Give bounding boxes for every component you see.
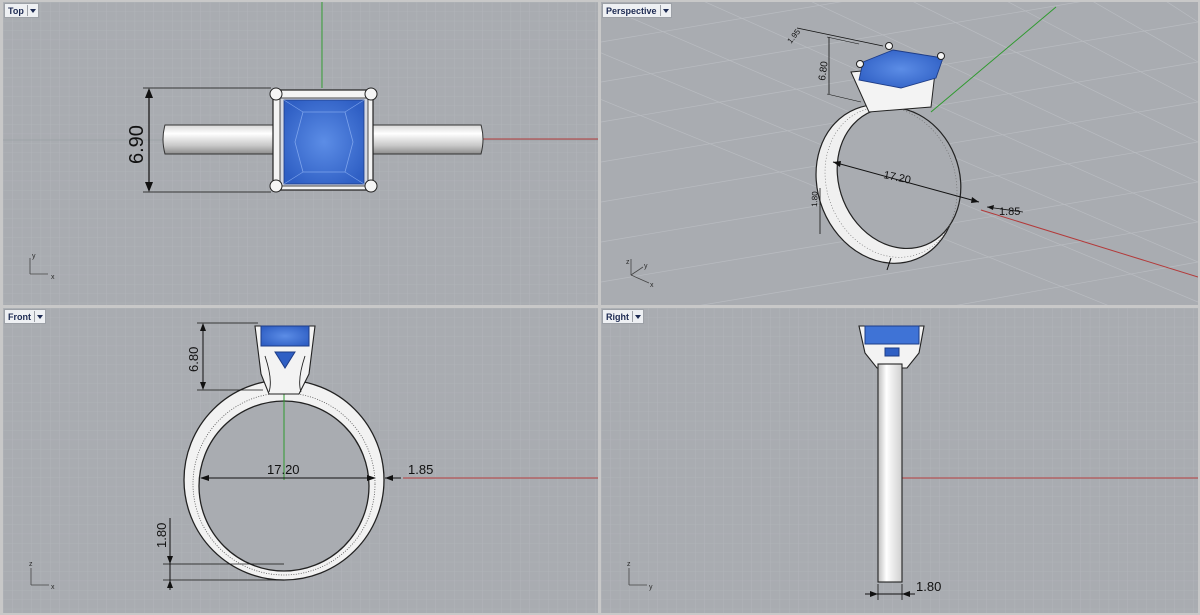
perspective-viewport[interactable]: Perspective 1.95 6.80 17.20 1.80 1.85 z … [601, 2, 1198, 305]
axis-label-y: y [649, 584, 653, 591]
prong [885, 42, 893, 50]
front-viewport[interactable]: Front 6.80 17.20 1.85 1.80 z x [3, 308, 598, 613]
axis-label-y: y [32, 253, 36, 260]
dimension-arrow [971, 197, 979, 203]
axis-label-z: z [627, 561, 631, 568]
dimension-label-height: 6.90 [126, 125, 148, 164]
right-viewport[interactable]: Right 1.80 z y [601, 308, 1198, 613]
gemstone-pavilion [884, 347, 900, 357]
viewport-title: Front [8, 311, 31, 322]
axis-icon-y [630, 266, 644, 276]
viewport-menu-dropdown-icon[interactable] [26, 5, 38, 16]
gemstone [260, 325, 310, 347]
dimension-label-height: 6.80 [186, 347, 201, 372]
viewport-title: Top [8, 5, 24, 16]
prong [364, 87, 378, 101]
right-viewport-tab[interactable]: Right [602, 309, 644, 324]
viewport-menu-dropdown-icon[interactable] [632, 311, 643, 322]
dimension-label-band: 1.80 [916, 579, 941, 594]
prong [269, 179, 283, 193]
perspective-viewport-tab[interactable]: Perspective [602, 3, 672, 18]
top-viewport-canvas[interactable]: 6.90 y x [3, 2, 598, 305]
dimension-label-width: 1.85 [999, 206, 1020, 218]
gemstone [283, 99, 365, 185]
dimension-arrow [987, 205, 994, 210]
dimension-label-diameter: 17.20 [267, 462, 300, 477]
axis-label-x: x [51, 584, 55, 591]
dimension-label-width: 1.85 [408, 462, 433, 477]
prong [269, 87, 283, 101]
axis-label-x: x [650, 282, 654, 289]
prong [937, 52, 945, 60]
viewport-menu-dropdown-icon[interactable] [659, 5, 671, 16]
dimension-extension-line [826, 93, 862, 103]
top-viewport[interactable]: Top 6.90 y x [3, 2, 598, 305]
axis-label-x: x [51, 274, 55, 281]
dimension-label-band: 1.80 [154, 523, 169, 548]
gemstone [864, 325, 920, 345]
axis-label-z: z [626, 259, 630, 266]
viewport-menu-dropdown-icon[interactable] [34, 311, 45, 322]
dimension-label-small: 1.95 [785, 27, 802, 45]
front-viewport-tab[interactable]: Front [4, 309, 46, 324]
axis-label-y: y [644, 263, 648, 270]
right-viewport-canvas[interactable]: 1.80 z y [601, 308, 1198, 613]
dimension-label-band: 1.80 [810, 191, 820, 207]
prong [364, 179, 378, 193]
axis-label-z: z [29, 561, 33, 568]
perspective-viewport-canvas[interactable]: 1.95 6.80 17.20 1.80 1.85 z y x [601, 2, 1198, 305]
top-viewport-tab[interactable]: Top [4, 3, 39, 18]
viewport-grid: Top 6.90 y x Perspective 1.95 6.80 17.20… [0, 0, 1200, 615]
axis-icon-x [630, 274, 650, 284]
ring-shank [877, 363, 903, 583]
front-viewport-canvas[interactable]: 6.80 17.20 1.85 1.80 z x [3, 308, 598, 613]
dimension-extension-line [826, 36, 860, 45]
viewport-title: Right [606, 311, 629, 322]
viewport-title: Perspective [606, 5, 657, 16]
prong [856, 60, 864, 68]
